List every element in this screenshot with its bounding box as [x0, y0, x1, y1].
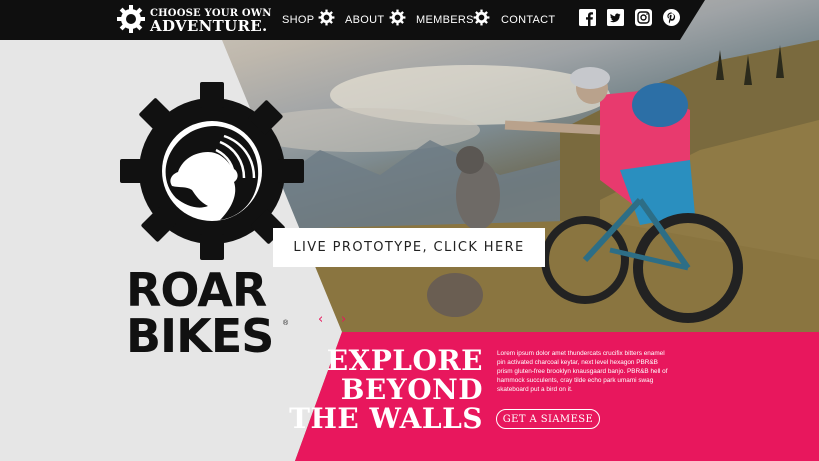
promo-body-text: Lorem ipsum dolor amet thundercats cruci… — [497, 350, 668, 394]
twitter-icon[interactable] — [607, 9, 624, 26]
carousel-prev-arrow[interactable]: ‹ — [318, 313, 323, 326]
gear-icon — [116, 4, 146, 39]
headline-line-3: THE WALLS — [289, 402, 483, 435]
live-prototype-button[interactable]: LIVE PROTOTYPE, CLICK HERE — [273, 228, 545, 267]
social-links — [579, 9, 680, 26]
nav-separator — [318, 0, 335, 40]
headline-line-2: BEYOND — [340, 373, 483, 406]
logo-word-roar: ROAR — [126, 263, 267, 317]
registered-mark: ® — [283, 320, 289, 327]
nav-label: MEMBERS — [416, 14, 474, 26]
gear-icon — [318, 9, 335, 31]
promo-headline: EXPLORE BEYOND THE WALLS — [283, 347, 483, 434]
gear-icon — [473, 9, 490, 31]
carousel-next-arrow[interactable]: › — [341, 313, 346, 326]
nav-item-about[interactable]: ABOUT — [345, 0, 384, 40]
nav-label: CONTACT — [501, 14, 556, 26]
nav-separator — [473, 0, 490, 40]
nav-label: SHOP — [282, 14, 315, 26]
facebook-icon[interactable] — [579, 9, 596, 26]
logo-word-bikes: BIKES — [126, 309, 274, 363]
brand-line-2: ADVENTURE. — [150, 17, 268, 35]
gear-icon — [389, 9, 406, 31]
instagram-icon[interactable] — [635, 9, 652, 26]
brand-mark[interactable]: CHOOSE YOUR OWN ADVENTURE. — [116, 4, 272, 39]
nav-item-shop[interactable]: SHOP — [282, 0, 314, 40]
get-a-siamese-button[interactable]: GET A SIAMESE — [496, 409, 600, 429]
brand-text: CHOOSE YOUR OWN ADVENTURE. — [150, 9, 272, 34]
nav-item-contact[interactable]: CONTACT — [501, 0, 555, 40]
nav-item-members[interactable]: MEMBERS — [416, 0, 474, 40]
headline-line-1: EXPLORE — [326, 344, 483, 377]
nav-label: ABOUT — [345, 14, 385, 26]
nav-separator — [389, 0, 406, 40]
pinterest-icon[interactable] — [663, 9, 680, 26]
